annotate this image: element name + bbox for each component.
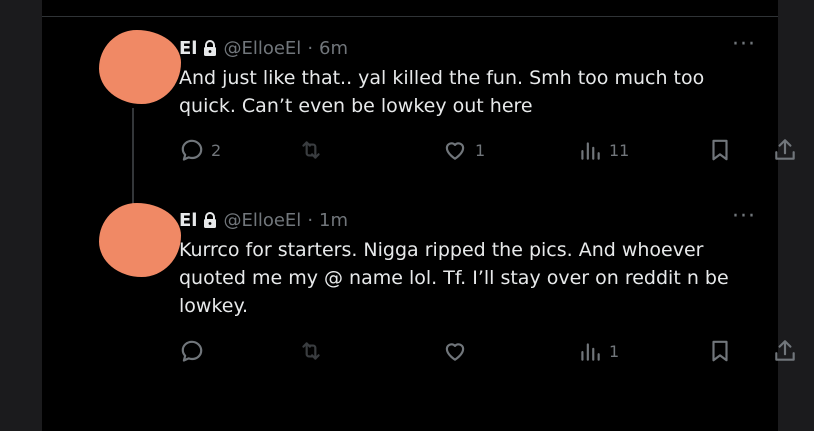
separator-dot: · xyxy=(307,37,314,59)
avatar[interactable] xyxy=(99,203,181,277)
like-count: 1 xyxy=(475,140,486,160)
avatar[interactable] xyxy=(99,30,181,104)
view-count: 1 xyxy=(609,341,620,361)
heart-icon xyxy=(445,343,465,361)
share-icon xyxy=(775,139,795,160)
display-name[interactable]: El xyxy=(179,210,197,231)
retweet-button[interactable] xyxy=(298,136,330,164)
tweet-text: Kurrco for starters. Nigga ripped the pi… xyxy=(179,236,769,320)
more-icon[interactable]: ··· xyxy=(732,206,756,228)
lock-icon xyxy=(204,40,217,56)
reply-icon xyxy=(181,139,203,161)
user-handle[interactable]: @ElloeEl xyxy=(223,38,301,59)
like-button[interactable]: 1 xyxy=(441,136,485,164)
bookmark-button[interactable] xyxy=(707,136,733,164)
timeline: El @ElloeEl · 6m ··· And just like that.… xyxy=(42,0,795,431)
retweet-icon xyxy=(302,141,320,159)
reply-button[interactable] xyxy=(179,337,211,365)
share-icon xyxy=(775,340,795,361)
views-button[interactable]: 1 xyxy=(577,337,619,365)
thread-connector xyxy=(132,108,134,204)
timestamp[interactable]: 1m xyxy=(319,210,348,231)
tweet-text: And just like that.. yal killed the fun.… xyxy=(179,64,769,120)
views-button[interactable]: 11 xyxy=(577,136,629,164)
display-name[interactable]: El xyxy=(179,38,197,59)
tweet-text-line: quick. Can’t even be lowkey out here xyxy=(179,95,533,117)
bookmark-icon xyxy=(712,139,728,161)
tweet-text-line: quoted me my @ name lol. Tf. I’ll stay o… xyxy=(179,267,729,289)
share-button[interactable] xyxy=(772,136,798,164)
reply-button[interactable]: 2 xyxy=(179,136,221,164)
tweet-text-line: lowkey. xyxy=(179,295,249,317)
divider xyxy=(42,16,778,17)
tweet-text-line: And just like that.. yal killed the fun.… xyxy=(179,67,705,89)
timestamp[interactable]: 6m xyxy=(319,38,348,59)
lock-icon xyxy=(204,212,217,228)
share-button[interactable] xyxy=(772,337,798,365)
tweet-header: El @ElloeEl · 6m xyxy=(179,36,348,60)
reply-icon xyxy=(181,340,203,362)
more-icon[interactable]: ··· xyxy=(732,34,756,56)
user-handle[interactable]: @ElloeEl xyxy=(223,210,301,231)
action-bar: 2 1 11 xyxy=(179,136,799,164)
views-icon xyxy=(581,142,600,160)
view-count: 11 xyxy=(609,140,630,160)
tweet-text-line: Kurrco for starters. Nigga ripped the pi… xyxy=(179,239,704,261)
action-bar: 1 xyxy=(179,337,799,365)
reply-count: 2 xyxy=(211,140,222,160)
heart-icon xyxy=(445,142,465,160)
bookmark-button[interactable] xyxy=(707,337,733,365)
retweet-icon xyxy=(302,342,320,360)
views-icon xyxy=(581,343,600,361)
retweet-button[interactable] xyxy=(298,337,330,365)
separator-dot: · xyxy=(307,209,314,231)
like-button[interactable] xyxy=(441,337,475,365)
bookmark-icon xyxy=(712,340,728,362)
tweet-header: El @ElloeEl · 1m xyxy=(179,208,348,232)
